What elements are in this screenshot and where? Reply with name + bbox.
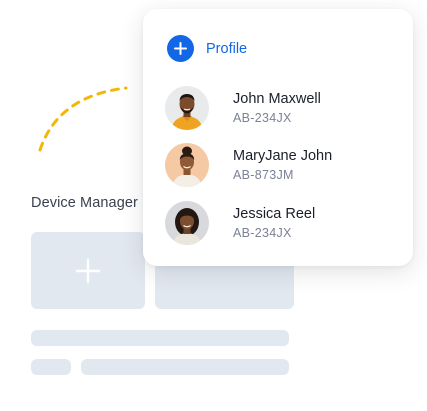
avatar: [165, 143, 209, 187]
person-name: MaryJane John: [233, 148, 333, 164]
profile-card: Profile John Maxwell AB-234JX MaryJane J…: [143, 9, 413, 266]
device-manager-title: Device Manager: [31, 195, 138, 211]
person-id: AB-234JX: [233, 111, 292, 125]
avatar: [165, 201, 209, 245]
person-id: AB-873JM: [233, 168, 294, 182]
add-profile-button[interactable]: Profile: [167, 35, 247, 62]
skeleton-line: [31, 359, 71, 375]
person-name: Jessica Reel: [233, 206, 316, 222]
dashed-arc-decoration: [38, 86, 128, 152]
profile-list-item[interactable]: Jessica Reel AB-234JX: [165, 201, 315, 245]
add-device-tile[interactable]: [31, 232, 145, 309]
person-id: AB-234JX: [233, 226, 292, 240]
avatar: [165, 86, 209, 130]
profile-header-label: Profile: [206, 40, 248, 57]
profile-list-item[interactable]: John Maxwell AB-234JX: [165, 86, 321, 130]
plus-circle-icon: [167, 35, 194, 62]
skeleton-line: [31, 330, 289, 346]
skeleton-line: [81, 359, 289, 375]
profile-list-item[interactable]: MaryJane John AB-873JM: [165, 143, 332, 187]
plus-icon: [75, 258, 101, 283]
person-name: John Maxwell: [233, 91, 321, 107]
